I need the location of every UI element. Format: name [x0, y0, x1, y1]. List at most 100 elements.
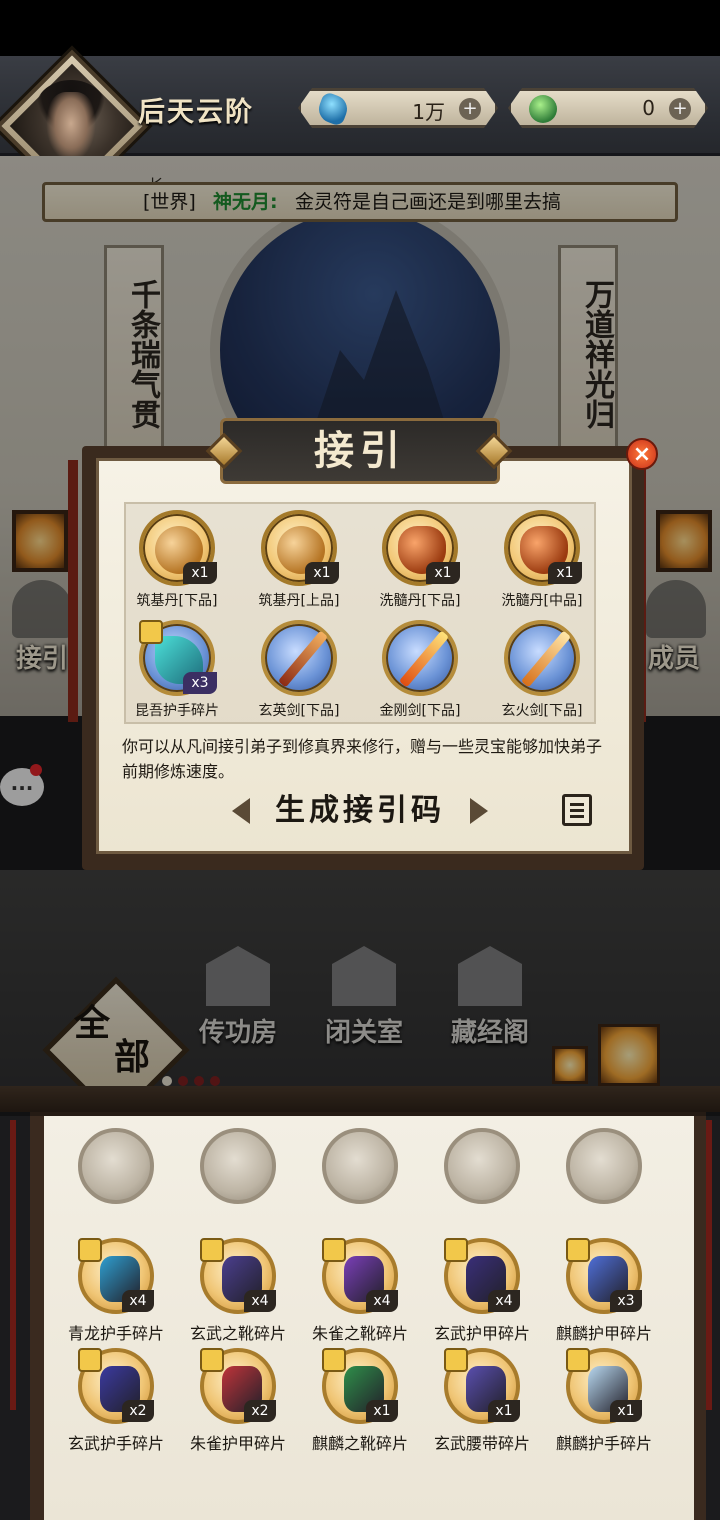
- reward-label: 洗髓丹[中品]: [501, 593, 583, 609]
- item-label: 朱雀之靴碎片: [311, 1324, 408, 1343]
- bag-item[interactable]: x1 玄武腰带碎片: [424, 1348, 540, 1458]
- add-jade-button[interactable]: +: [669, 98, 691, 120]
- modal-description: 你可以从凡间接引弟子到修真界来修行，赠与一些灵宝能够加快弟子前期修炼速度。: [122, 737, 603, 781]
- list-icon[interactable]: [562, 794, 592, 826]
- bag-slot-empty[interactable]: [546, 1128, 662, 1238]
- bag-item[interactable]: x2 朱雀护甲碎片: [180, 1348, 296, 1458]
- bowl-icon: x1: [382, 510, 460, 586]
- fragment-icon: x2: [200, 1348, 276, 1424]
- item-label: 麒麟之靴碎片: [311, 1434, 408, 1453]
- puzzle-icon: [139, 620, 163, 644]
- fragment-icon: x1: [322, 1348, 398, 1424]
- reward-label: 筑基丹[下品]: [136, 593, 218, 609]
- close-button[interactable]: ×: [626, 438, 658, 470]
- spirit-stone-icon: [315, 91, 351, 127]
- reward-label: 洗髓丹[下品]: [379, 593, 461, 609]
- bag-item[interactable]: x4 朱雀之靴碎片: [302, 1238, 418, 1348]
- sword-icon: [382, 620, 458, 696]
- pill-icon: x1: [139, 510, 217, 586]
- modal-title-bar: 接引: [220, 418, 500, 484]
- armor-fragment-icon: x3: [139, 620, 217, 696]
- bag-slot-empty[interactable]: [58, 1128, 174, 1238]
- jade-value: 0: [642, 96, 655, 120]
- jade-icon: [529, 95, 557, 123]
- fragment-icon: x1: [444, 1348, 520, 1424]
- add-spirit-stone-button[interactable]: +: [459, 98, 481, 120]
- puzzle-icon: [444, 1348, 468, 1372]
- puzzle-icon: [566, 1238, 590, 1262]
- fragment-icon: x3: [566, 1238, 642, 1314]
- item-label: 玄武腰带碎片: [433, 1434, 530, 1453]
- bag-slot-empty[interactable]: [424, 1128, 540, 1238]
- item-label: 玄武之靴碎片: [189, 1324, 286, 1343]
- item-label: 麒麟护手碎片: [555, 1434, 652, 1453]
- reward-count: x1: [426, 562, 460, 584]
- item-count: x2: [122, 1400, 154, 1422]
- spirit-stone-value: 1万: [412, 100, 445, 124]
- bag-item[interactable]: x4 玄武之靴碎片: [180, 1238, 296, 1348]
- reward-item[interactable]: 玄火剑[下品]: [486, 620, 598, 730]
- item-label: 麒麟护甲碎片: [555, 1324, 652, 1343]
- puzzle-icon: [78, 1348, 102, 1372]
- bag-slot-empty[interactable]: [180, 1128, 296, 1238]
- generate-code-button[interactable]: 生成接引码: [232, 788, 488, 834]
- item-count: x1: [366, 1400, 398, 1422]
- bag-item[interactable]: x1 麒麟之靴碎片: [302, 1348, 418, 1458]
- item-count: x1: [610, 1400, 642, 1422]
- reward-item[interactable]: x3 昆吾护手碎片: [121, 620, 233, 730]
- status-bar: [0, 0, 720, 56]
- reward-count: x1: [183, 562, 217, 584]
- reward-item[interactable]: 玄英剑[下品]: [243, 620, 355, 730]
- modal-title: 接引: [314, 427, 406, 474]
- fragment-icon: x4: [322, 1238, 398, 1314]
- item-count: x4: [366, 1290, 398, 1312]
- scroll-rod: [10, 1120, 16, 1410]
- reward-item[interactable]: 金刚剑[下品]: [364, 620, 476, 730]
- reward-item[interactable]: x1 洗髓丹[下品]: [364, 510, 476, 620]
- empty-slot-icon: [200, 1128, 276, 1204]
- jade-counter: 0 +: [508, 88, 708, 128]
- fragment-icon: x4: [78, 1238, 154, 1314]
- reward-count: x3: [183, 672, 217, 694]
- bag-item[interactable]: x4 青龙护手碎片: [58, 1238, 174, 1348]
- puzzle-icon: [322, 1348, 346, 1372]
- reward-count: x1: [548, 562, 582, 584]
- scroll-rod: [706, 1120, 712, 1410]
- reward-item[interactable]: x1 筑基丹[上品]: [243, 510, 355, 620]
- bag-item[interactable]: x4 玄武护甲碎片: [424, 1238, 540, 1348]
- item-count: x2: [244, 1400, 276, 1422]
- bag-item[interactable]: x1 麒麟护手碎片: [546, 1348, 662, 1458]
- reward-count: x1: [305, 562, 339, 584]
- fragment-icon: x4: [444, 1238, 520, 1314]
- scroll-rod: [68, 460, 78, 722]
- puzzle-icon: [78, 1238, 102, 1262]
- reward-label: 金刚剑[下品]: [379, 703, 461, 719]
- reward-item[interactable]: x1 筑基丹[下品]: [121, 510, 233, 620]
- puzzle-icon: [322, 1238, 346, 1262]
- empty-slot-icon: [444, 1128, 520, 1204]
- reward-label: 昆吾护手碎片: [135, 703, 219, 719]
- bag-slot-empty[interactable]: [302, 1128, 418, 1238]
- item-label: 玄武护甲碎片: [433, 1324, 530, 1343]
- reward-label: 玄火剑[下品]: [501, 703, 583, 719]
- spirit-stone-counter: 1万 +: [298, 88, 498, 128]
- bag-item[interactable]: x2 玄武护手碎片: [58, 1348, 174, 1458]
- reward-label: 筑基丹[上品]: [258, 593, 340, 609]
- puzzle-icon: [200, 1348, 224, 1372]
- puzzle-icon: [444, 1238, 468, 1262]
- bag-item[interactable]: x3 麒麟护甲碎片: [546, 1238, 662, 1348]
- fragment-icon: x4: [200, 1238, 276, 1314]
- fragment-icon: x1: [566, 1348, 642, 1424]
- avatar-face: [46, 92, 96, 162]
- item-count: x3: [610, 1290, 642, 1312]
- pill-icon: x1: [261, 510, 339, 586]
- item-label: 玄武护手碎片: [67, 1434, 164, 1453]
- empty-slot-icon: [322, 1128, 398, 1204]
- realm-label: 后天云阶: [138, 97, 254, 128]
- item-count: x4: [244, 1290, 276, 1312]
- sword-icon: [261, 620, 337, 696]
- reward-item[interactable]: x1 洗髓丹[中品]: [486, 510, 598, 620]
- item-count: x1: [488, 1400, 520, 1422]
- bowl-icon: x1: [504, 510, 582, 586]
- puzzle-icon: [200, 1238, 224, 1262]
